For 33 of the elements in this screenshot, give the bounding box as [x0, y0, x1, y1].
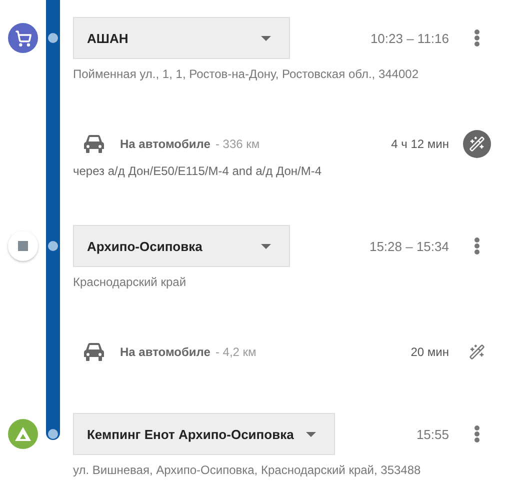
place-dropdown[interactable]: АШАН — [73, 17, 290, 59]
travel-mode: На автомобиле — [120, 345, 210, 359]
magic-wand-icon — [469, 344, 485, 360]
travel-duration: 20 мин — [410, 345, 449, 359]
more-vertical-icon — [474, 29, 480, 47]
place-dropdown[interactable]: Кемпинг Енот Архипо-Осиповка — [73, 413, 335, 455]
travel-mode: На автомобиле — [120, 137, 210, 151]
stop-time: 15:28 – 15:34 — [369, 238, 449, 254]
place-dropdown[interactable]: Архипо-Осиповка — [73, 225, 290, 267]
square-marker-icon — [8, 231, 38, 261]
more-vertical-icon — [474, 237, 480, 255]
timeline-dot — [48, 241, 58, 251]
stop-time: 10:23 – 11:16 — [370, 30, 449, 46]
stop-address: ул. Вишневая, Архипо-Осиповка, Краснодарский край, 353488 — [73, 463, 422, 477]
car-icon — [84, 135, 104, 153]
caret-icon — [306, 432, 316, 436]
stop-time: 15:55 — [416, 426, 449, 442]
timeline-dot — [48, 33, 58, 43]
tent-icon — [8, 419, 38, 449]
stop-address: Пойменная ул., 1, 1, Ростов-на-Дону, Ростовская обл., 344002 — [73, 67, 420, 81]
stop-address: Краснодарский край — [73, 275, 188, 289]
travel-distance: - 4,2 км — [215, 345, 256, 359]
caret-icon — [261, 36, 271, 40]
more-vertical-icon — [474, 425, 480, 443]
caret-icon — [261, 244, 271, 248]
route-via: через а/д Дон/E50/E115/M-4 and а/д Дон/M-4 — [73, 164, 323, 178]
timeline-dot — [48, 429, 58, 439]
travel-duration: 4 ч 12 мин — [391, 137, 449, 151]
car-icon — [84, 343, 104, 361]
optimize-route-button[interactable] — [463, 130, 491, 158]
travel-distance: - 336 км — [215, 137, 260, 151]
magic-wand-icon — [469, 136, 485, 152]
shopping-cart-icon — [8, 23, 38, 53]
